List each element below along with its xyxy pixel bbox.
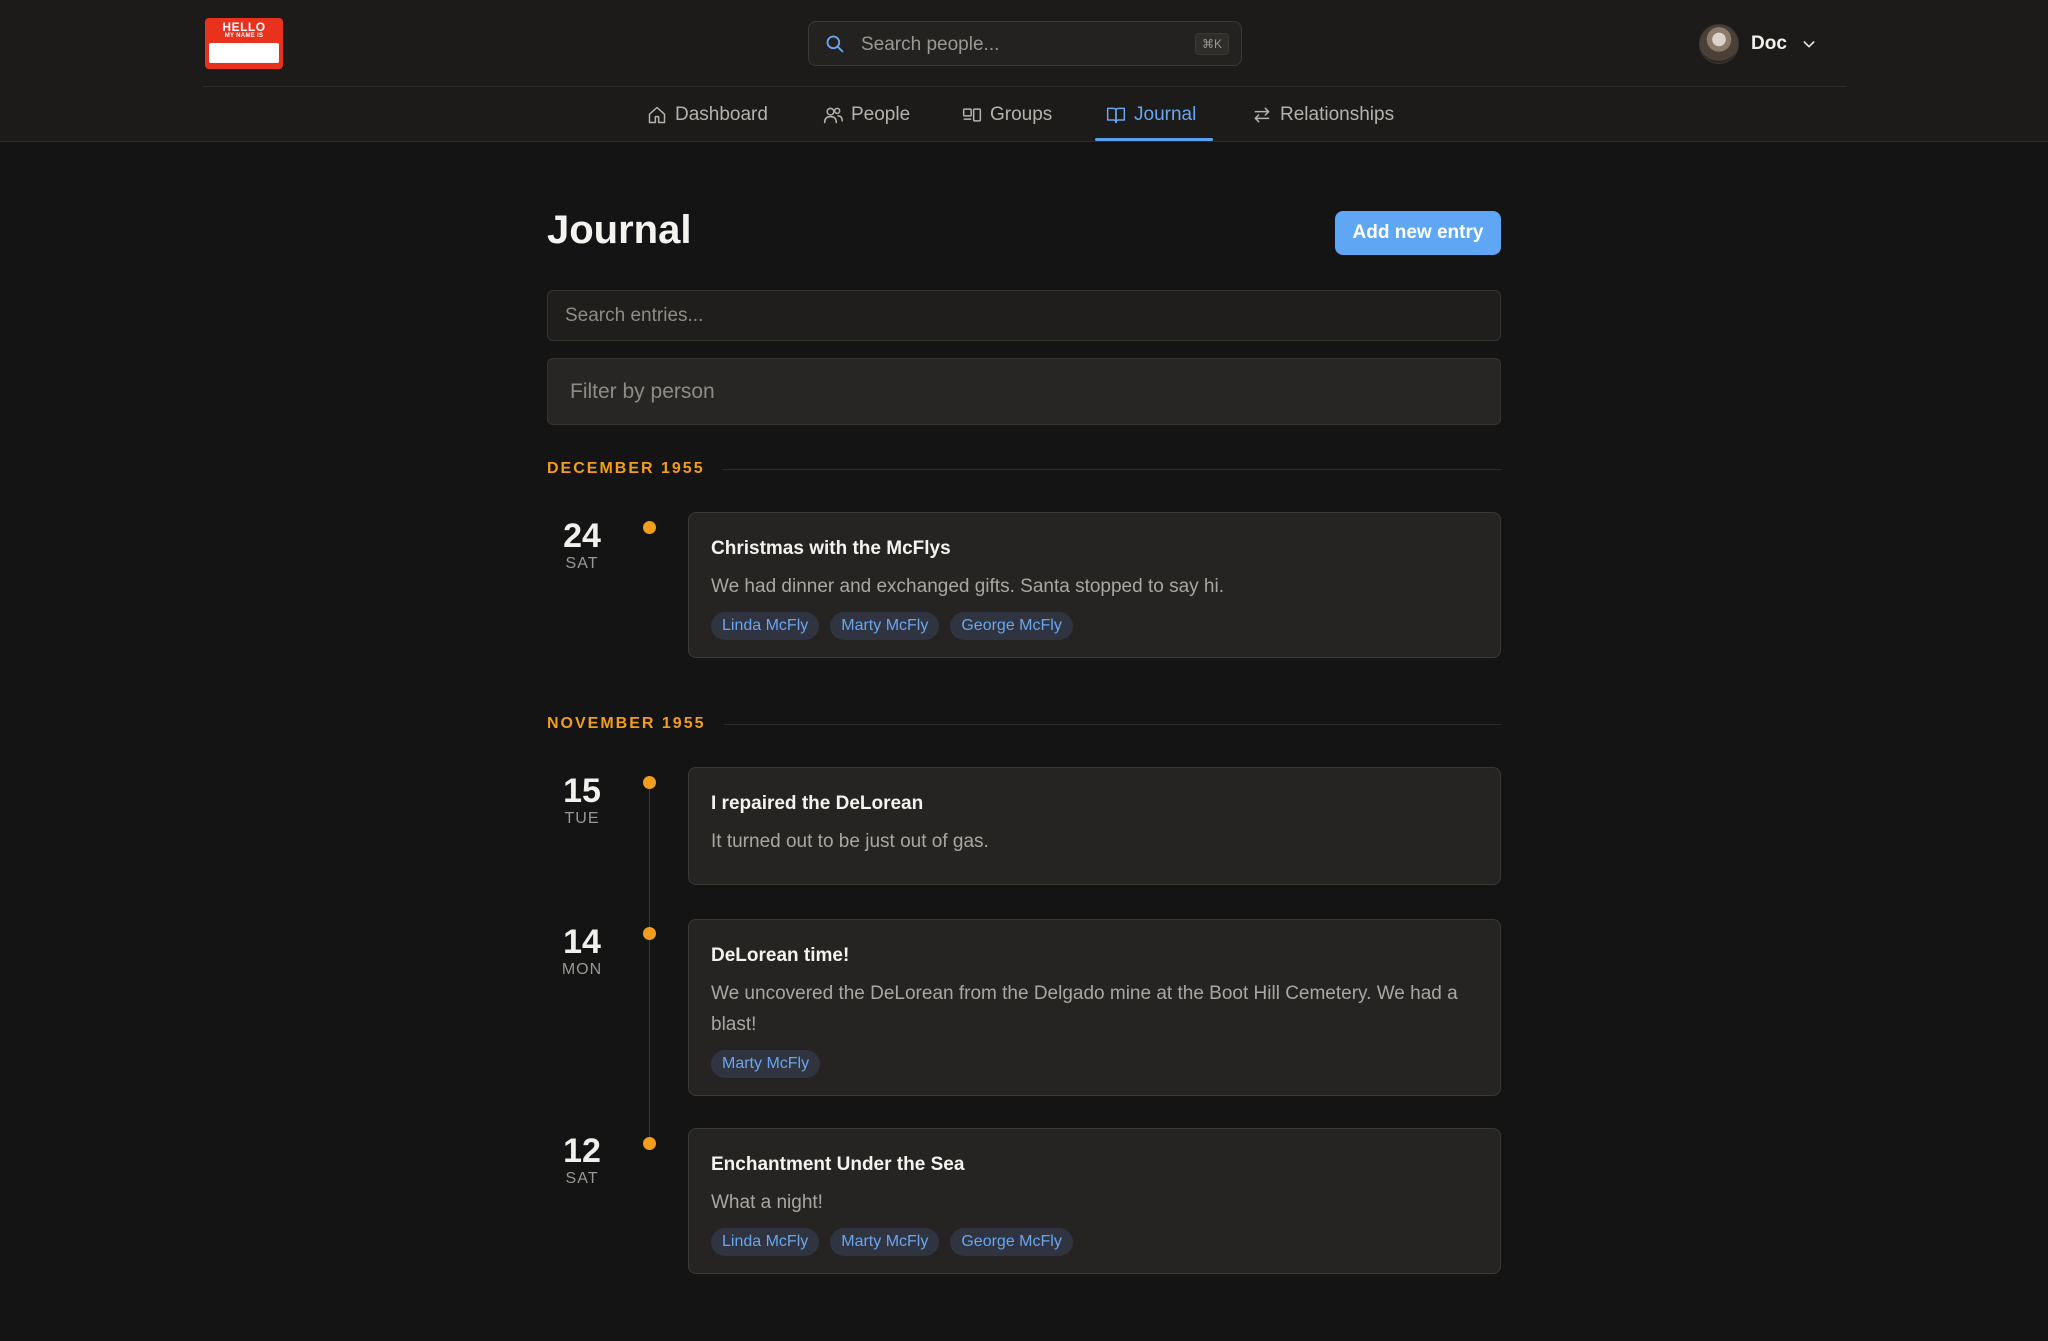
entry-body: What a night!: [711, 1192, 823, 1213]
nav-people[interactable]: People: [823, 87, 910, 142]
entry-date: 12 SAT: [547, 1133, 617, 1188]
nav-groups[interactable]: Groups: [962, 87, 1052, 142]
timeline-dot: [643, 1137, 656, 1150]
entry-weekday: SAT: [565, 555, 599, 572]
journal-entry-card[interactable]: I repaired the DeLorean It turned out to…: [688, 767, 1501, 885]
entry-day: 12: [563, 1132, 601, 1170]
timeline-dot: [643, 776, 656, 789]
user-name: Doc: [1751, 33, 1787, 54]
month-label: DECEMBER 1955: [547, 460, 705, 477]
app-logo[interactable]: HELLO MY NAME IS: [205, 18, 283, 69]
book-icon: [1106, 107, 1126, 123]
entry-body: It turned out to be just out of gas.: [711, 831, 989, 852]
month-divider: [723, 723, 1501, 725]
main-nav: Dashboard People Groups Journal Relation…: [0, 87, 2048, 142]
logo-hello: HELLO: [222, 20, 266, 34]
nav-relationships[interactable]: Relationships: [1252, 87, 1394, 142]
entry-body: We uncovered the DeLorean from the Delga…: [711, 983, 1458, 1035]
page-title: Journal: [547, 208, 692, 252]
search-people-placeholder: Search people...: [861, 34, 1000, 55]
nav-journal[interactable]: Journal: [1106, 87, 1196, 142]
person-tag[interactable]: Linda McFly: [711, 1228, 820, 1256]
nav-dashboard[interactable]: Dashboard: [647, 87, 768, 142]
entry-title: DeLorean time!: [711, 945, 850, 966]
avatar[interactable]: [1699, 24, 1739, 64]
person-tag[interactable]: Marty McFly: [830, 1228, 940, 1256]
journal-entry-card[interactable]: Christmas with the McFlys We had dinner …: [688, 512, 1501, 658]
entry-title: Christmas with the McFlys: [711, 538, 951, 559]
entry-weekday: MON: [561, 961, 603, 978]
filter-placeholder: Filter by person: [570, 379, 715, 403]
entry-day: 14: [563, 923, 601, 961]
nav-label: Relationships: [1280, 103, 1395, 125]
entry-tags: Linda McFly Marty McFly George McFly: [711, 612, 1478, 640]
entry-weekday: TUE: [564, 810, 600, 827]
chevron-down-icon[interactable]: [1801, 36, 1817, 52]
search-icon: [826, 35, 844, 53]
month-divider: [722, 468, 1501, 470]
search-entries-input[interactable]: [547, 290, 1501, 341]
month-header: DECEMBER 1955: [547, 459, 1501, 479]
timeline-dot: [643, 521, 656, 534]
person-tag[interactable]: George McFly: [950, 612, 1073, 640]
entry-tags: Marty McFly: [711, 1050, 1478, 1078]
entry-title: Enchantment Under the Sea: [711, 1154, 965, 1175]
month-header: NOVEMBER 1955: [547, 714, 1501, 734]
users-icon: [823, 107, 843, 123]
top-bar: HELLO MY NAME IS Search people... ⌘K Doc…: [0, 0, 2048, 142]
journal-entry-card[interactable]: Enchantment Under the Sea What a night! …: [688, 1128, 1501, 1274]
entry-day: 24: [563, 517, 601, 555]
add-new-entry-button[interactable]: Add new entry: [1335, 211, 1501, 255]
entry-date: 15 TUE: [547, 773, 617, 828]
home-icon: [648, 106, 666, 123]
arrows-swap-icon: [1254, 107, 1270, 122]
entry-date: 14 MON: [547, 924, 617, 979]
nav-label: People: [851, 103, 911, 125]
entry-day: 15: [563, 772, 601, 810]
person-tag[interactable]: Marty McFly: [711, 1050, 821, 1078]
entry-date: 24 SAT: [547, 518, 617, 573]
person-tag[interactable]: George McFly: [950, 1228, 1073, 1256]
user-menu[interactable]: Doc: [1699, 22, 1817, 66]
entry-body: We had dinner and exchanged gifts. Santa…: [711, 576, 1224, 597]
groups-icon: [962, 107, 982, 122]
search-people-input[interactable]: Search people... ⌘K: [808, 21, 1242, 66]
entry-weekday: SAT: [565, 1170, 599, 1187]
month-label: NOVEMBER 1955: [547, 715, 706, 732]
filter-by-person-select[interactable]: Filter by person: [547, 358, 1501, 425]
entry-tags: Linda McFly Marty McFly George McFly: [711, 1228, 1478, 1256]
nav-label: Groups: [990, 103, 1053, 125]
logo-name-box: [209, 43, 279, 63]
active-tab-indicator: [1095, 138, 1213, 141]
nav-label: Dashboard: [675, 103, 768, 125]
timeline-line: [649, 782, 650, 1144]
nav-label: Journal: [1134, 103, 1197, 125]
journal-entry-card[interactable]: DeLorean time! We uncovered the DeLorean…: [688, 919, 1501, 1096]
person-tag[interactable]: Linda McFly: [711, 612, 820, 640]
logo-subtitle: MY NAME IS: [224, 33, 264, 39]
keyboard-shortcut-badge: ⌘K: [1194, 33, 1229, 55]
entry-title: I repaired the DeLorean: [711, 793, 924, 814]
header-row: HELLO MY NAME IS Search people... ⌘K Doc: [203, 0, 1847, 87]
timeline-dot: [643, 927, 656, 940]
person-tag[interactable]: Marty McFly: [830, 612, 940, 640]
